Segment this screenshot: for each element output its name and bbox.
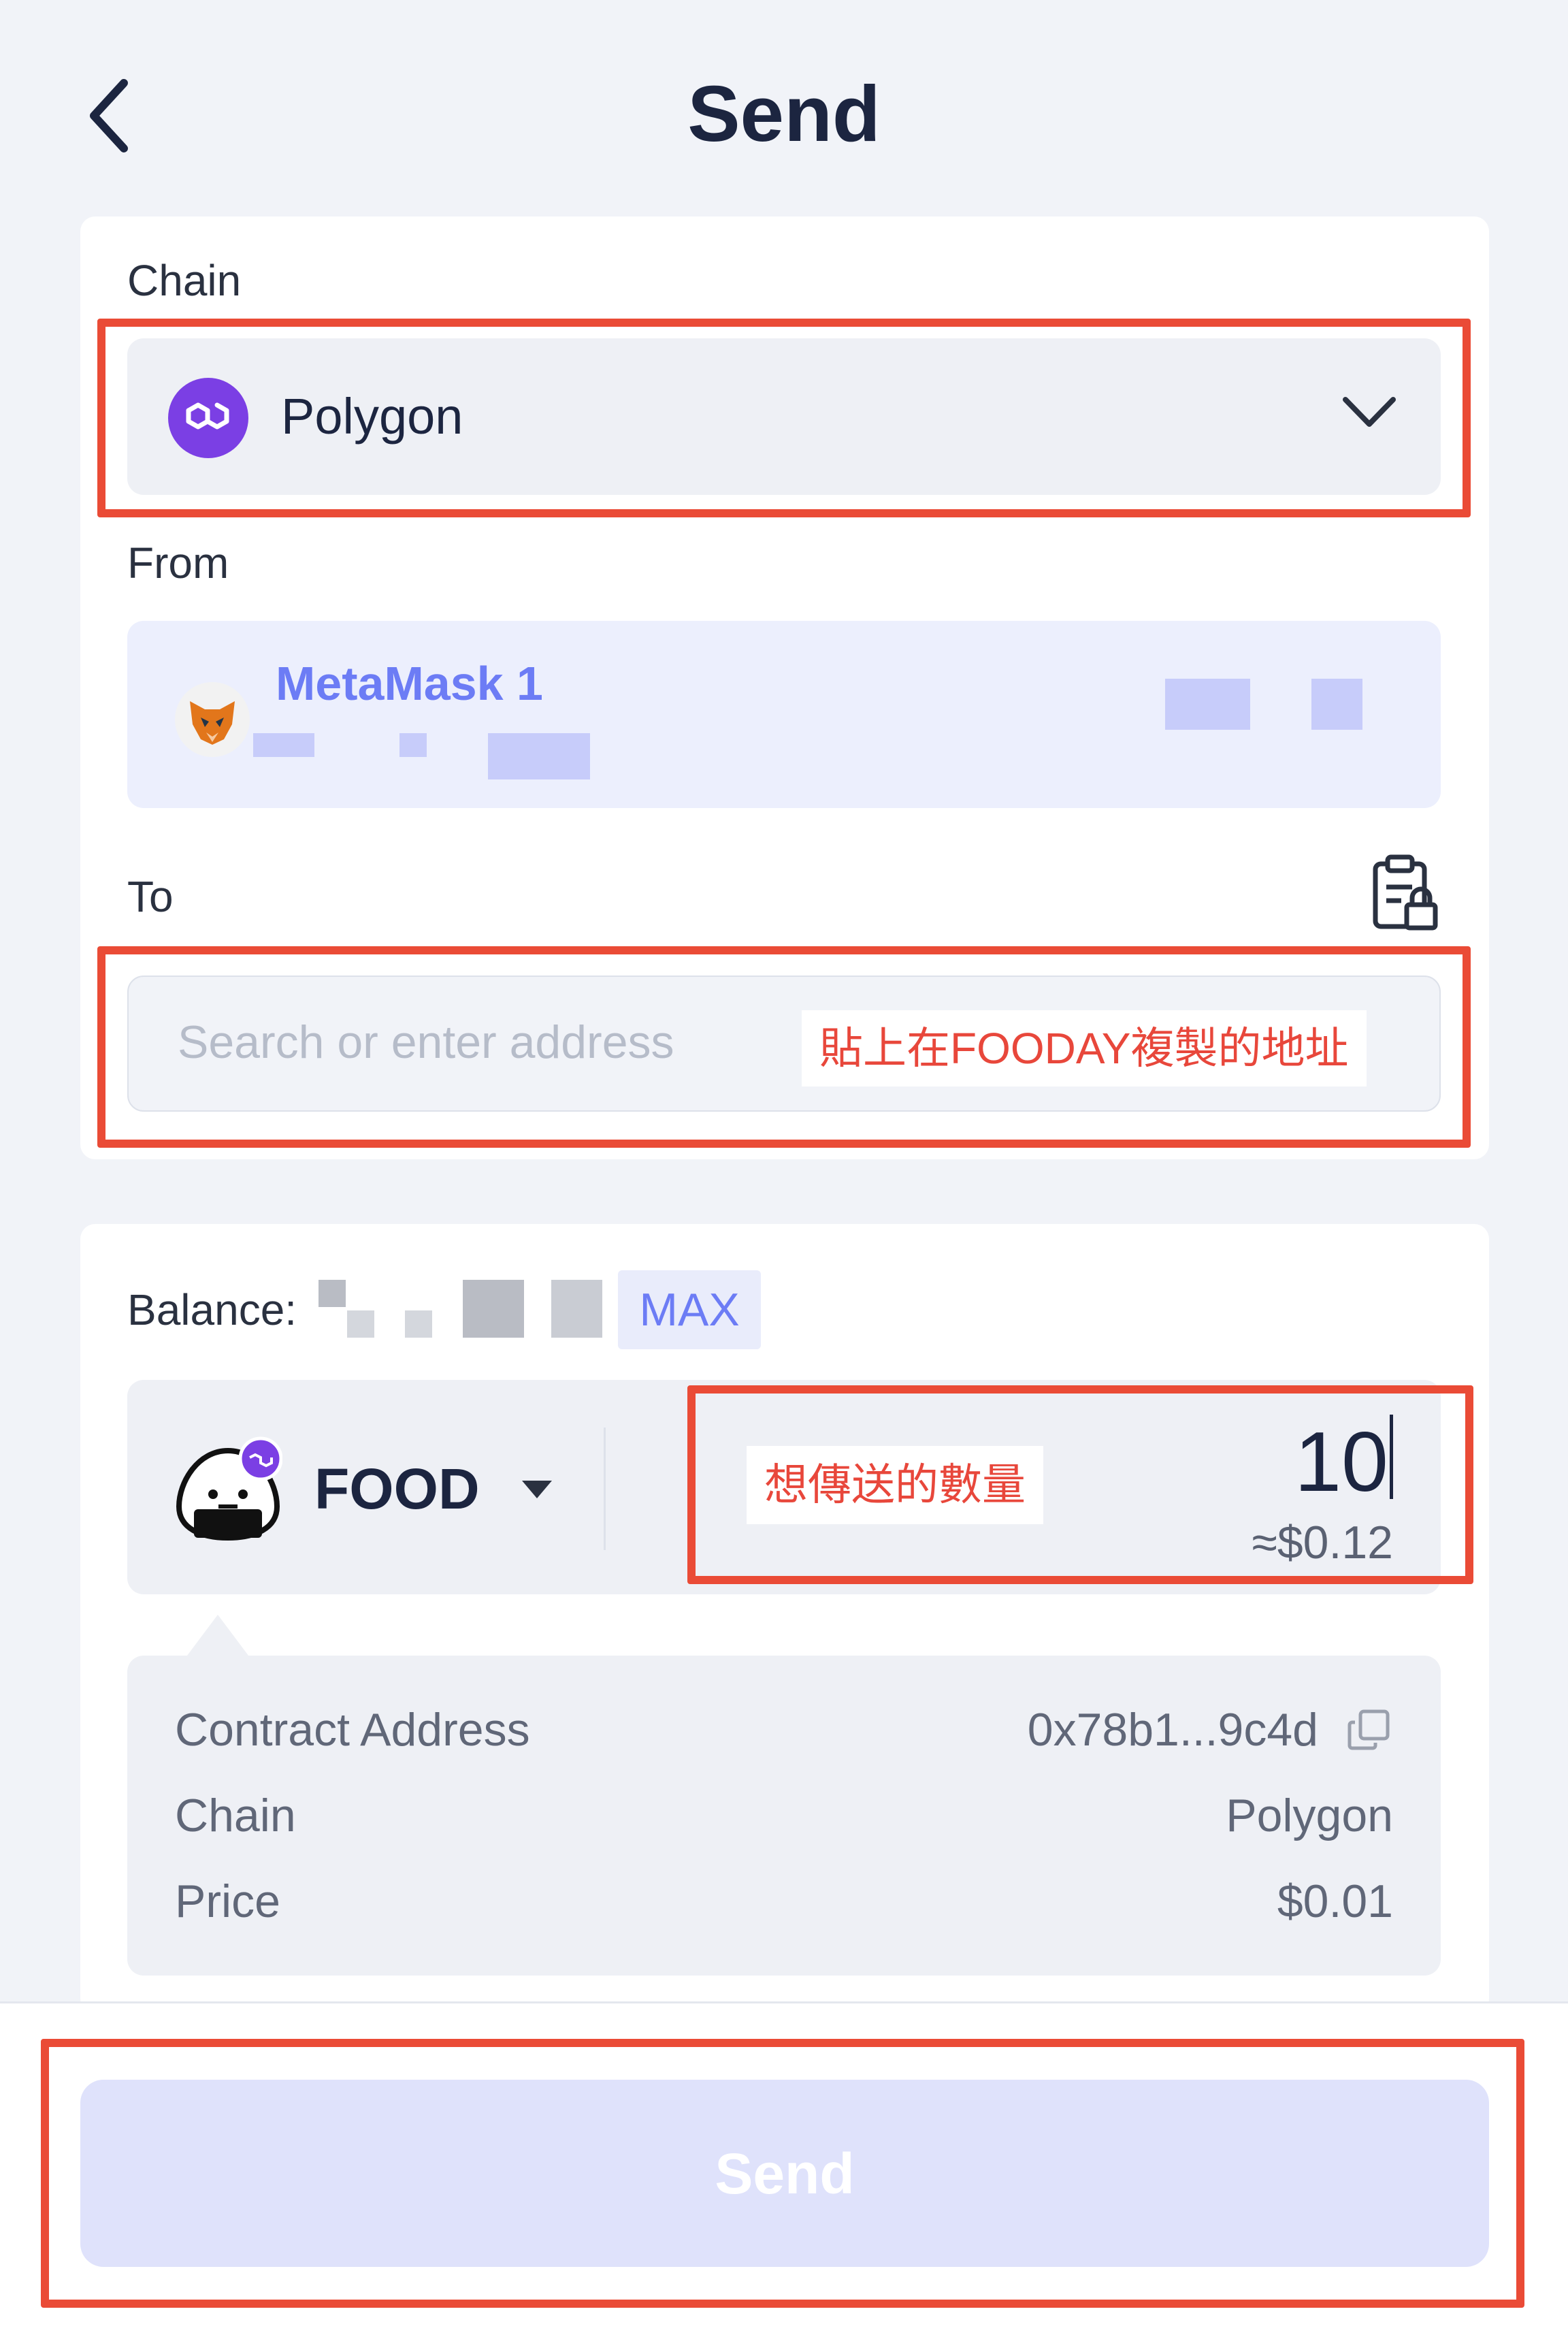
clipboard-icon[interactable] bbox=[1371, 854, 1439, 933]
info-row-price: Price $0.01 bbox=[175, 1875, 1393, 1928]
balance-label: Balance: bbox=[127, 1285, 297, 1334]
chain-label: Chain bbox=[127, 256, 242, 305]
chain-info-value: Polygon bbox=[1226, 1790, 1393, 1841]
amount-value: 10 bbox=[1294, 1415, 1388, 1509]
price-value: $0.01 bbox=[1277, 1875, 1393, 1927]
contract-address-label: Contract Address bbox=[175, 1704, 530, 1756]
amount-usd-value: ≈$0.12 bbox=[1252, 1517, 1394, 1568]
chain-selected-value: Polygon bbox=[281, 388, 463, 445]
from-label: From bbox=[127, 538, 229, 587]
redacted-balance-value bbox=[463, 1280, 524, 1338]
divider bbox=[604, 1428, 606, 1550]
redacted-address bbox=[399, 733, 427, 757]
token-symbol: FOOD bbox=[314, 1457, 480, 1521]
copy-icon[interactable] bbox=[1345, 1706, 1393, 1754]
info-row-chain: Chain Polygon bbox=[175, 1789, 1393, 1842]
from-account: MetaMask 1 bbox=[127, 621, 1441, 808]
amount-input[interactable]: 10 bbox=[1294, 1414, 1393, 1511]
metamask-fox-icon bbox=[175, 682, 250, 757]
redacted-address bbox=[488, 733, 590, 779]
amount-annotation: 想傳送的數量 bbox=[747, 1446, 1043, 1524]
recipient-address-input[interactable] bbox=[176, 1004, 860, 1080]
food-token-icon bbox=[176, 1436, 282, 1541]
chain-selector[interactable]: Polygon bbox=[127, 338, 1441, 495]
page-title: Send bbox=[687, 69, 881, 158]
paste-address-annotation: 貼上在FOODAY複製的地址 bbox=[802, 1010, 1367, 1086]
info-pointer bbox=[187, 1615, 248, 1656]
to-label: To bbox=[127, 872, 174, 921]
chain-info-label: Chain bbox=[175, 1790, 296, 1841]
chevron-down-icon bbox=[1343, 397, 1396, 427]
redacted-balance bbox=[1165, 679, 1250, 730]
redacted-balance-value bbox=[347, 1310, 374, 1338]
send-screen: Send Chain Polygon From MetaMask 1 To Se… bbox=[0, 0, 1568, 2352]
account-name: MetaMask 1 bbox=[276, 657, 543, 710]
polygon-icon bbox=[168, 378, 248, 458]
send-button[interactable]: Send bbox=[80, 2080, 1489, 2267]
info-row-contract: Contract Address 0x78b1...9c4d bbox=[175, 1703, 1393, 1756]
redacted-balance-value bbox=[551, 1280, 602, 1338]
text-cursor bbox=[1390, 1415, 1393, 1499]
redacted-balance-value bbox=[405, 1310, 432, 1338]
caret-down-icon[interactable] bbox=[522, 1481, 552, 1498]
contract-address-value: 0x78b1...9c4d bbox=[1027, 1704, 1318, 1756]
redacted-balance-value bbox=[318, 1280, 346, 1307]
token-info-panel: Contract Address 0x78b1...9c4d Chain Pol… bbox=[127, 1656, 1441, 1976]
max-button[interactable]: MAX bbox=[618, 1270, 761, 1349]
price-label: Price bbox=[175, 1875, 280, 1927]
redacted-balance bbox=[1311, 679, 1362, 730]
redacted-address bbox=[253, 733, 314, 757]
